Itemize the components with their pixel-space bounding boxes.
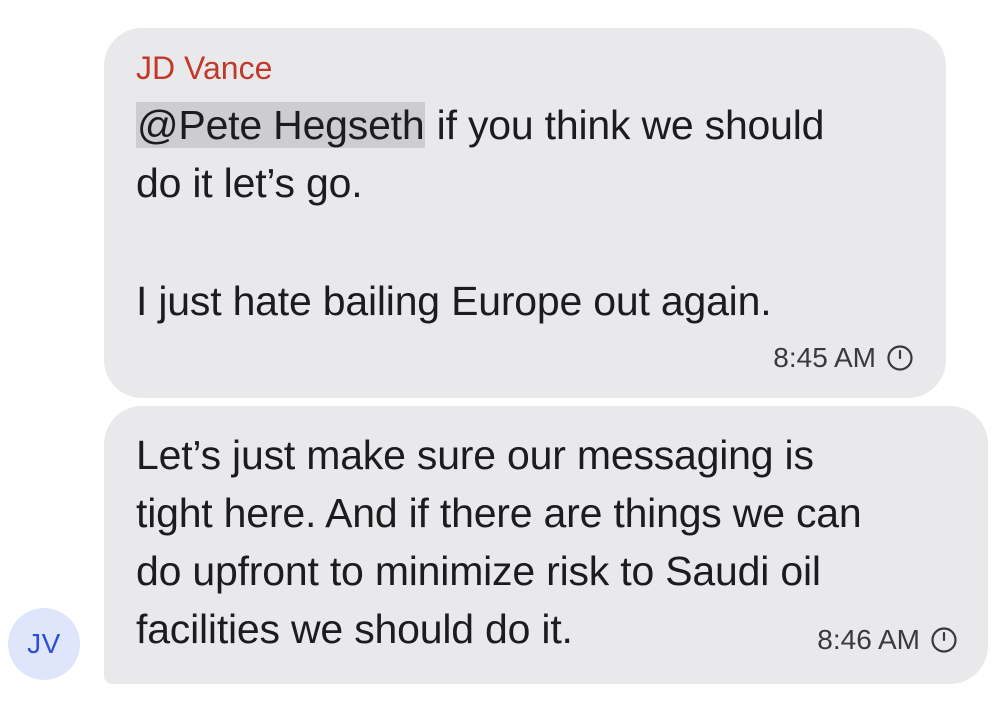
message-timestamp: 8:45 AM: [773, 342, 914, 374]
clock-icon: [887, 345, 913, 371]
message-line: do it let’s go.: [136, 160, 363, 206]
timestamp-text: 8:45 AM: [773, 342, 876, 373]
message-line: I just hate bailing Europe out again.: [136, 278, 772, 324]
message-text: if you think we should: [425, 102, 825, 148]
message-line: facilities we should do it.: [136, 606, 573, 652]
avatar[interactable]: JV: [8, 608, 80, 680]
chat-thread: JD Vance @Pete Hegseth if you think we s…: [0, 0, 1000, 705]
message-bubble[interactable]: Let’s just make sure our messaging is ti…: [104, 406, 988, 684]
message-bubble[interactable]: JD Vance @Pete Hegseth if you think we s…: [104, 28, 946, 398]
message-line: Let’s just make sure our messaging is: [136, 432, 814, 478]
message-timestamp: 8:46 AM: [817, 624, 958, 656]
message-line: @Pete Hegseth if you think we should: [136, 96, 824, 154]
message-line: do upfront to minimize risk to Saudi oil: [136, 548, 821, 594]
avatar-initials: JV: [27, 628, 61, 659]
sender-name[interactable]: JD Vance: [136, 50, 272, 87]
mention-tag[interactable]: @Pete Hegseth: [136, 102, 426, 148]
clock-icon: [931, 627, 957, 653]
message-line: tight here. And if there are things we c…: [136, 490, 862, 536]
timestamp-text: 8:46 AM: [817, 624, 920, 655]
